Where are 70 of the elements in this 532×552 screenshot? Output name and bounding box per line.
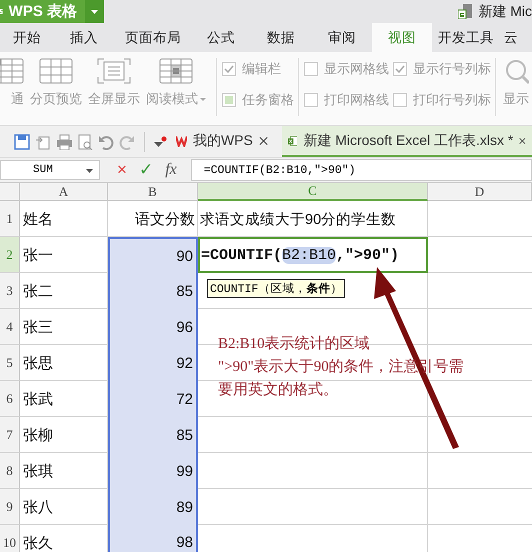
insert-function-button[interactable]: fx bbox=[165, 161, 177, 179]
document-icon bbox=[458, 4, 472, 19]
table-cell-text: 张琪 bbox=[22, 462, 54, 482]
table-cell: 85 bbox=[108, 273, 198, 309]
menu-tab[interactable]: 页面布局 bbox=[114, 23, 192, 52]
table-cell-text: 姓名 bbox=[22, 210, 54, 230]
close-icon[interactable] bbox=[258, 136, 268, 146]
column-header[interactable]: B bbox=[108, 183, 198, 201]
table-cell-text: 张柳 bbox=[22, 426, 54, 446]
spreadsheet-icon bbox=[288, 134, 298, 148]
dropdown-icon[interactable] bbox=[154, 136, 167, 148]
tab-label: 新建 Microsoft Excel 工作表.xlsx * bbox=[303, 132, 514, 150]
table-cell-text: 张三 bbox=[22, 318, 54, 338]
table-cell-text: 求语文成绩大于90分的学生数 bbox=[199, 210, 398, 230]
document-tab[interactable]: 我的WPS bbox=[170, 126, 274, 157]
export-icon[interactable] bbox=[35, 134, 51, 150]
menu-tab[interactable]: 开发工具 bbox=[432, 23, 500, 52]
formula-input[interactable]: =COUNTIF(B2:B10,">90") bbox=[190, 159, 532, 181]
table-cell-text: 语文分数 bbox=[134, 210, 196, 230]
undo-icon[interactable] bbox=[98, 134, 114, 150]
app-dropdown-button[interactable] bbox=[85, 0, 104, 23]
table-cell-text: 张久 bbox=[22, 534, 54, 552]
table-cell: 92 bbox=[108, 345, 198, 381]
table-cell: 85 bbox=[108, 417, 198, 453]
menu-tab[interactable]: 视图 bbox=[372, 23, 432, 52]
row-header[interactable]: 6 bbox=[0, 381, 20, 417]
row-header[interactable]: 3 bbox=[0, 273, 20, 309]
table-cell: 90 bbox=[108, 237, 198, 273]
row-header[interactable]: 8 bbox=[0, 453, 20, 489]
row-header[interactable]: 5 bbox=[0, 345, 20, 381]
table-cell-text: 张八 bbox=[22, 498, 54, 518]
close-icon[interactable] bbox=[519, 136, 526, 146]
name-box[interactable]: SUM bbox=[0, 160, 100, 180]
column-header[interactable]: A bbox=[20, 183, 108, 201]
redo-icon[interactable] bbox=[119, 134, 135, 150]
printer-icon[interactable] bbox=[56, 134, 72, 150]
table-cell: 96 bbox=[108, 309, 198, 345]
row-header[interactable]: 7 bbox=[0, 417, 20, 453]
document-tab[interactable]: 新建 Microsoft Excel 工作表.xlsx * bbox=[282, 126, 532, 157]
caret-icon bbox=[86, 169, 93, 173]
cell-editor[interactable]: =COUNTIF(B2:B10,">90") bbox=[198, 237, 428, 273]
select-all-corner[interactable] bbox=[0, 183, 20, 201]
table-cell-text: 张一 bbox=[22, 246, 54, 266]
caret-icon bbox=[91, 10, 98, 14]
menu-tab[interactable]: 审阅 bbox=[312, 23, 372, 52]
menu-tab[interactable]: 云 bbox=[500, 23, 532, 52]
tab-label: 我的WPS bbox=[192, 132, 253, 150]
table-cell-text: 张二 bbox=[22, 282, 54, 302]
table-cell: 98 bbox=[108, 525, 198, 552]
menu-tab[interactable]: 插入 bbox=[54, 23, 114, 52]
wps-logo-icon bbox=[176, 134, 187, 146]
function-tooltip: COUNTIF（区域，条件） bbox=[207, 279, 346, 298]
search-icon bbox=[503, 58, 529, 86]
menu-tab[interactable]: 数据 bbox=[250, 23, 312, 52]
menu-tab[interactable]: 开始 bbox=[0, 23, 54, 52]
column-header[interactable]: D bbox=[428, 183, 532, 201]
cancel-button[interactable]: × bbox=[117, 160, 127, 180]
table-cell-text: 张武 bbox=[22, 390, 54, 410]
table-cell: 72 bbox=[108, 381, 198, 417]
document-title: 新建 Mic bbox=[478, 2, 532, 20]
row-header[interactable]: 9 bbox=[0, 489, 20, 525]
table-cell: 99 bbox=[108, 453, 198, 489]
save-icon[interactable] bbox=[14, 134, 30, 150]
menu-tab[interactable]: 公式 bbox=[192, 23, 250, 52]
print-preview-icon[interactable] bbox=[77, 134, 93, 150]
row-header[interactable]: 1 bbox=[0, 201, 20, 237]
table-cell-text: 张思 bbox=[22, 354, 54, 374]
row-header[interactable]: 4 bbox=[0, 309, 20, 345]
table-cell: 89 bbox=[108, 489, 198, 525]
row-header[interactable]: 10 bbox=[0, 525, 20, 552]
